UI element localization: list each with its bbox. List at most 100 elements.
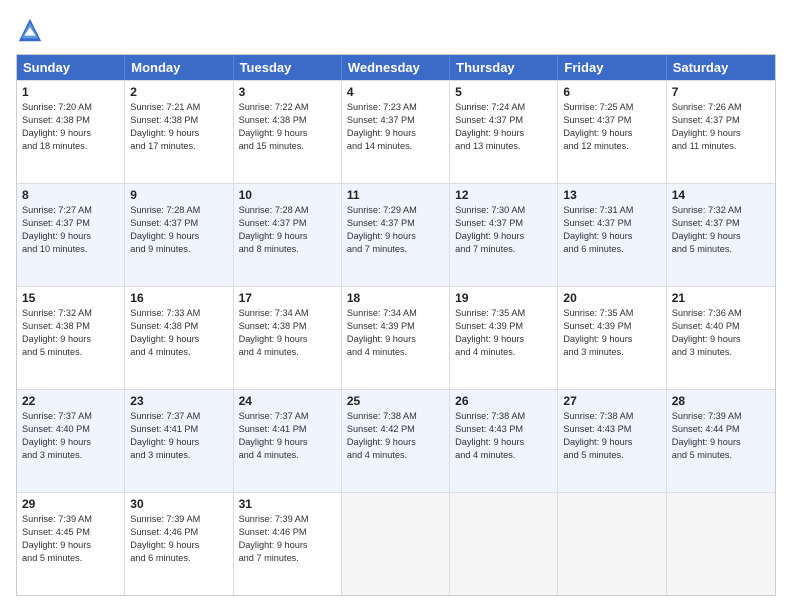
cell-info-line: and 6 minutes. (563, 243, 660, 256)
calendar-row-1: 1Sunrise: 7:20 AMSunset: 4:38 PMDaylight… (17, 80, 775, 183)
cell-info-line: Daylight: 9 hours (22, 436, 119, 449)
cell-info-line: Daylight: 9 hours (130, 230, 227, 243)
cell-info-line: Daylight: 9 hours (239, 127, 336, 140)
calendar-row-3: 15Sunrise: 7:32 AMSunset: 4:38 PMDayligh… (17, 286, 775, 389)
day-cell-20: 20Sunrise: 7:35 AMSunset: 4:39 PMDayligh… (558, 287, 666, 389)
day-number: 1 (22, 85, 119, 99)
cell-info-line: Sunrise: 7:31 AM (563, 204, 660, 217)
cell-info-line: Sunset: 4:38 PM (22, 114, 119, 127)
cell-info-line: and 13 minutes. (455, 140, 552, 153)
cell-info-line: Daylight: 9 hours (347, 127, 444, 140)
day-cell-12: 12 Sunrise: 7:30 AMSunset: 4:37 PMDayligh… (450, 184, 558, 286)
cell-info-line: Sunrise: 7:38 AM (563, 410, 660, 423)
day-number: 28 (672, 394, 770, 408)
day-cell-24: 24Sunrise: 7:37 AMSunset: 4:41 PMDayligh… (234, 390, 342, 492)
header (16, 16, 776, 44)
weekday-header-monday: Monday (125, 55, 233, 80)
cell-info-line: Daylight: 9 hours (22, 539, 119, 552)
cell-info-line: Daylight: 9 hours (455, 333, 552, 346)
day-cell-empty (667, 493, 775, 595)
cell-info-line: Sunset: 4:39 PM (455, 320, 552, 333)
cell-info-line: Sunset: 4:44 PM (672, 423, 770, 436)
day-cell-28: 28 Sunrise: 7:39 AMSunset: 4:44 PMDayligh… (667, 390, 775, 492)
day-number: 29 (22, 497, 119, 511)
cell-info-line: Daylight: 9 hours (672, 333, 770, 346)
day-number: 15 (22, 291, 119, 305)
day-cell-empty (558, 493, 666, 595)
cell-info-line: Sunset: 4:42 PM (347, 423, 444, 436)
day-number: 2 (130, 85, 227, 99)
cell-info-line: and 18 minutes. (22, 140, 119, 153)
day-number: 12 (455, 188, 552, 202)
cell-info-line: and 17 minutes. (130, 140, 227, 153)
weekday-header-tuesday: Tuesday (234, 55, 342, 80)
cell-info-line: and 5 minutes. (672, 243, 770, 256)
cell-info-line: Sunrise: 7:38 AM (347, 410, 444, 423)
cell-info-line: Daylight: 9 hours (347, 230, 444, 243)
day-cell-1: 1 Sunrise: 7:20 AMSunset: 4:38 PMDaylight… (17, 81, 125, 183)
cell-info-line: Daylight: 9 hours (672, 436, 770, 449)
page: SundayMondayTuesdayWednesdayThursdayFrid… (0, 0, 792, 612)
cell-info-line: Daylight: 9 hours (672, 127, 770, 140)
day-cell-17: 17Sunrise: 7:34 AMSunset: 4:38 PMDayligh… (234, 287, 342, 389)
day-cell-27: 27Sunrise: 7:38 AMSunset: 4:43 PMDayligh… (558, 390, 666, 492)
cell-info-line: Daylight: 9 hours (130, 333, 227, 346)
calendar-row-2: 8Sunrise: 7:27 AMSunset: 4:37 PMDaylight… (17, 183, 775, 286)
cell-info-line: Sunrise: 7:39 AM (239, 513, 336, 526)
cell-info-line: Sunrise: 7:30 AM (455, 204, 552, 217)
day-cell-6: 6Sunrise: 7:25 AMSunset: 4:37 PMDaylight… (558, 81, 666, 183)
day-cell-25: 25Sunrise: 7:38 AMSunset: 4:42 PMDayligh… (342, 390, 450, 492)
cell-info-line: Daylight: 9 hours (22, 333, 119, 346)
cell-info-line: and 4 minutes. (455, 346, 552, 359)
cell-info-line: Sunrise: 7:37 AM (130, 410, 227, 423)
cell-info-line: Sunset: 4:38 PM (239, 114, 336, 127)
day-number: 23 (130, 394, 227, 408)
day-number: 21 (672, 291, 770, 305)
day-cell-10: 10Sunrise: 7:28 AMSunset: 4:37 PMDayligh… (234, 184, 342, 286)
cell-info-line: Sunset: 4:37 PM (672, 217, 770, 230)
cell-info-line: Sunset: 4:37 PM (455, 114, 552, 127)
cell-info-line: Daylight: 9 hours (672, 230, 770, 243)
day-number: 8 (22, 188, 119, 202)
weekday-header-wednesday: Wednesday (342, 55, 450, 80)
cell-info-line: Daylight: 9 hours (563, 230, 660, 243)
day-number: 26 (455, 394, 552, 408)
day-number: 24 (239, 394, 336, 408)
cell-info-line: Sunset: 4:37 PM (563, 114, 660, 127)
cell-info-line: Sunset: 4:38 PM (130, 114, 227, 127)
cell-info-line: Sunrise: 7:39 AM (672, 410, 770, 423)
cell-info-line: Daylight: 9 hours (455, 230, 552, 243)
cell-info-line: Sunrise: 7:26 AM (672, 101, 770, 114)
day-number: 6 (563, 85, 660, 99)
cell-info-line: Sunset: 4:37 PM (455, 217, 552, 230)
cell-info-line: and 3 minutes. (672, 346, 770, 359)
cell-info-line: and 7 minutes. (347, 243, 444, 256)
cell-info-line: Sunset: 4:37 PM (22, 217, 119, 230)
cell-info-line: Daylight: 9 hours (130, 539, 227, 552)
day-cell-11: 11Sunrise: 7:29 AMSunset: 4:37 PMDayligh… (342, 184, 450, 286)
day-cell-2: 2Sunrise: 7:21 AMSunset: 4:38 PMDaylight… (125, 81, 233, 183)
cell-info-line: and 4 minutes. (239, 449, 336, 462)
cell-info-line: Sunrise: 7:35 AM (563, 307, 660, 320)
day-cell-3: 3Sunrise: 7:22 AMSunset: 4:38 PMDaylight… (234, 81, 342, 183)
weekday-header-saturday: Saturday (667, 55, 775, 80)
cell-info-line: and 8 minutes. (239, 243, 336, 256)
cell-info-line: Sunrise: 7:20 AM (22, 101, 119, 114)
cell-info-line: Daylight: 9 hours (22, 127, 119, 140)
cell-info-line: Sunrise: 7:37 AM (22, 410, 119, 423)
cell-info-line: Sunrise: 7:38 AM (455, 410, 552, 423)
day-cell-23: 23Sunrise: 7:37 AMSunset: 4:41 PMDayligh… (125, 390, 233, 492)
cell-info-line: Daylight: 9 hours (239, 539, 336, 552)
day-number: 5 (455, 85, 552, 99)
day-number: 11 (347, 188, 444, 202)
cell-info-line: and 5 minutes. (22, 346, 119, 359)
cell-info-line: Sunrise: 7:21 AM (130, 101, 227, 114)
day-cell-9: 9Sunrise: 7:28 AMSunset: 4:37 PMDaylight… (125, 184, 233, 286)
calendar-header: SundayMondayTuesdayWednesdayThursdayFrid… (17, 55, 775, 80)
day-cell-empty (342, 493, 450, 595)
day-number: 18 (347, 291, 444, 305)
cell-info-line: Sunrise: 7:29 AM (347, 204, 444, 217)
cell-info-line: Sunset: 4:37 PM (672, 114, 770, 127)
cell-info-line: Sunrise: 7:32 AM (672, 204, 770, 217)
day-number: 3 (239, 85, 336, 99)
